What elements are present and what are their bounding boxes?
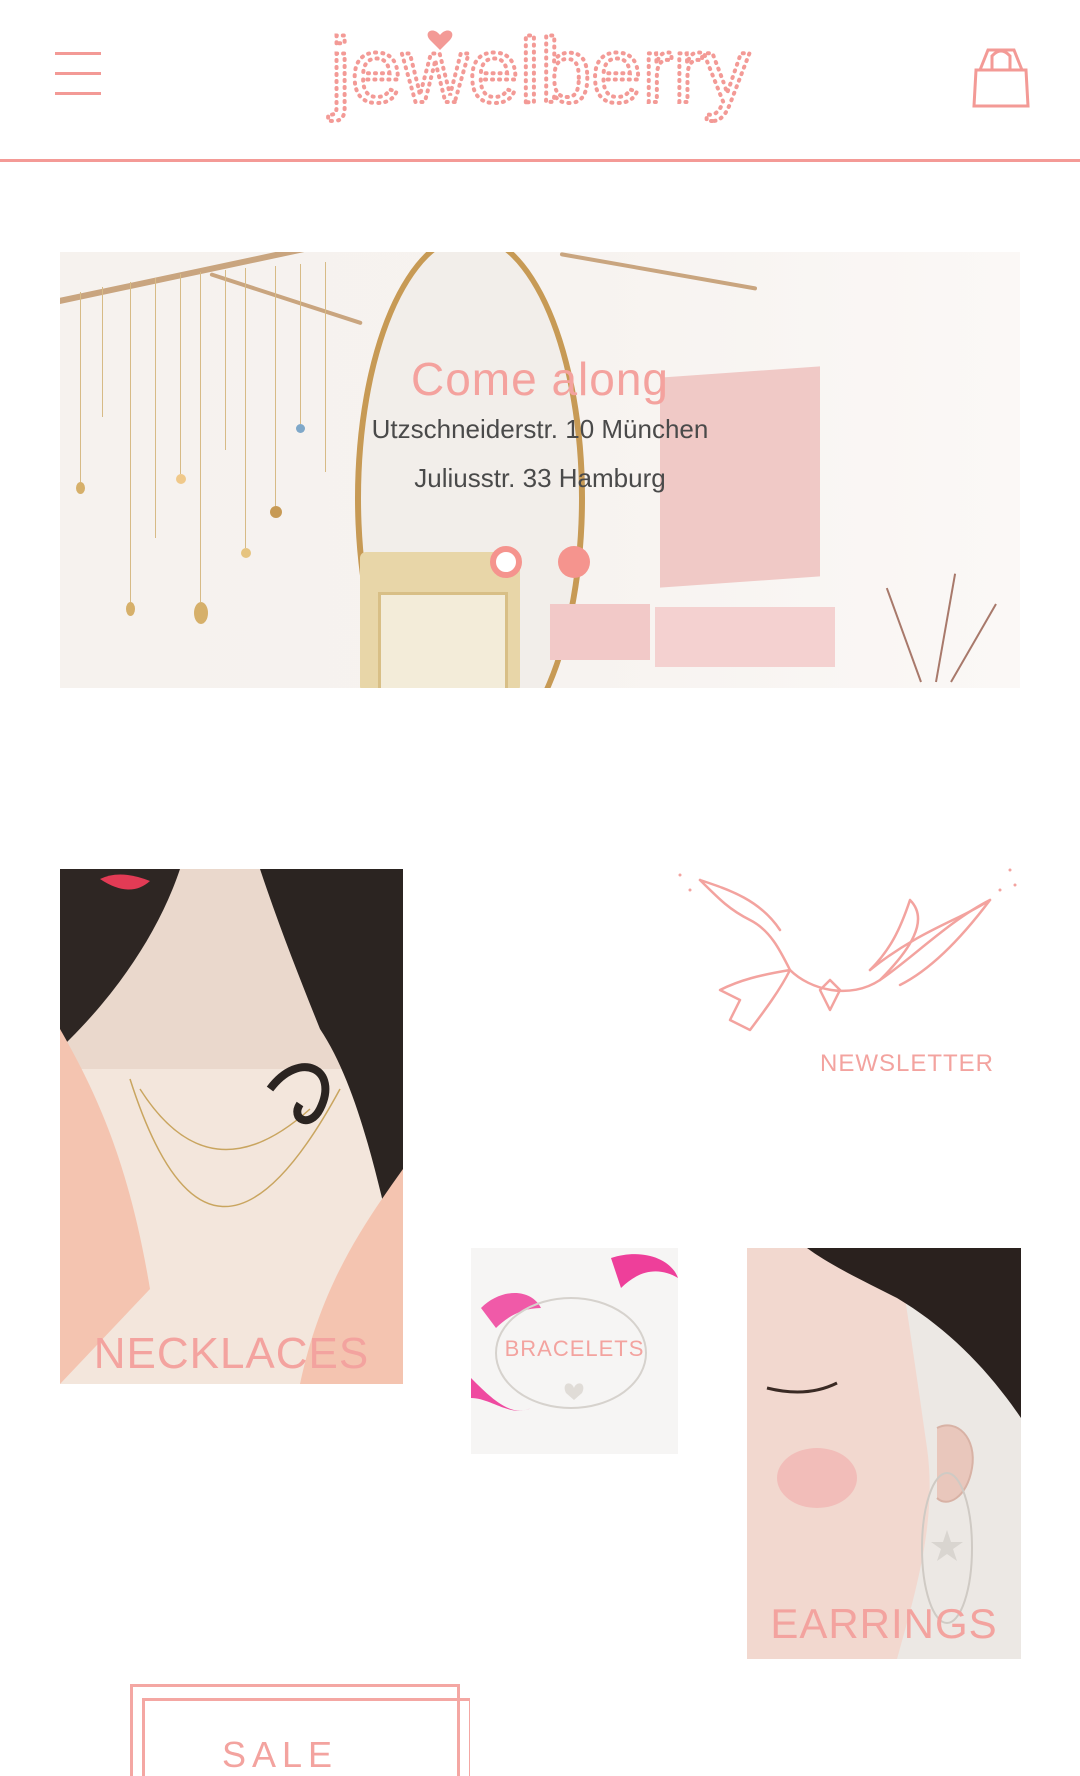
slider-dot-2-active[interactable] <box>558 546 590 578</box>
sale-link[interactable]: SALE <box>130 1684 470 1776</box>
slider-dot-1[interactable] <box>490 546 522 578</box>
header-divider <box>0 159 1080 162</box>
swallow-bird-icon <box>678 868 1017 1032</box>
logo[interactable]: jewelberry <box>290 18 790 140</box>
newsletter-link[interactable]: NEWSLETTER <box>670 860 1030 1080</box>
hero-title: Come along <box>410 353 670 405</box>
newsletter-label: NEWSLETTER <box>820 1050 995 1077</box>
store-address-hamburg: Juliusstr. 33 Hamburg <box>414 463 666 493</box>
hero-slider[interactable]: Come along Utzschneiderstr. 10 München J… <box>60 252 1020 688</box>
necklaces-label: NECKLACES <box>93 1329 370 1378</box>
shopping-bag-icon[interactable] <box>970 44 1032 110</box>
sale-label: SALE <box>221 1734 339 1775</box>
earrings-label: EARRINGS <box>770 1600 998 1647</box>
category-tile-necklaces[interactable]: NECKLACES <box>60 869 403 1384</box>
bracelets-label: BRACELETS <box>504 1336 645 1361</box>
category-tile-bracelets[interactable]: BRACELETS <box>471 1248 678 1454</box>
necklaces-image <box>60 869 403 1384</box>
category-tile-earrings[interactable]: EARRINGS <box>747 1248 1021 1659</box>
logo-text: jewelberry <box>327 20 749 122</box>
store-address-munich: Utzschneiderstr. 10 München <box>371 414 709 444</box>
earrings-image <box>747 1248 1021 1659</box>
header: jewelberry <box>0 0 1080 160</box>
logo-wordmark: jewelberry <box>325 18 751 124</box>
hamburger-menu-icon[interactable] <box>55 50 103 100</box>
